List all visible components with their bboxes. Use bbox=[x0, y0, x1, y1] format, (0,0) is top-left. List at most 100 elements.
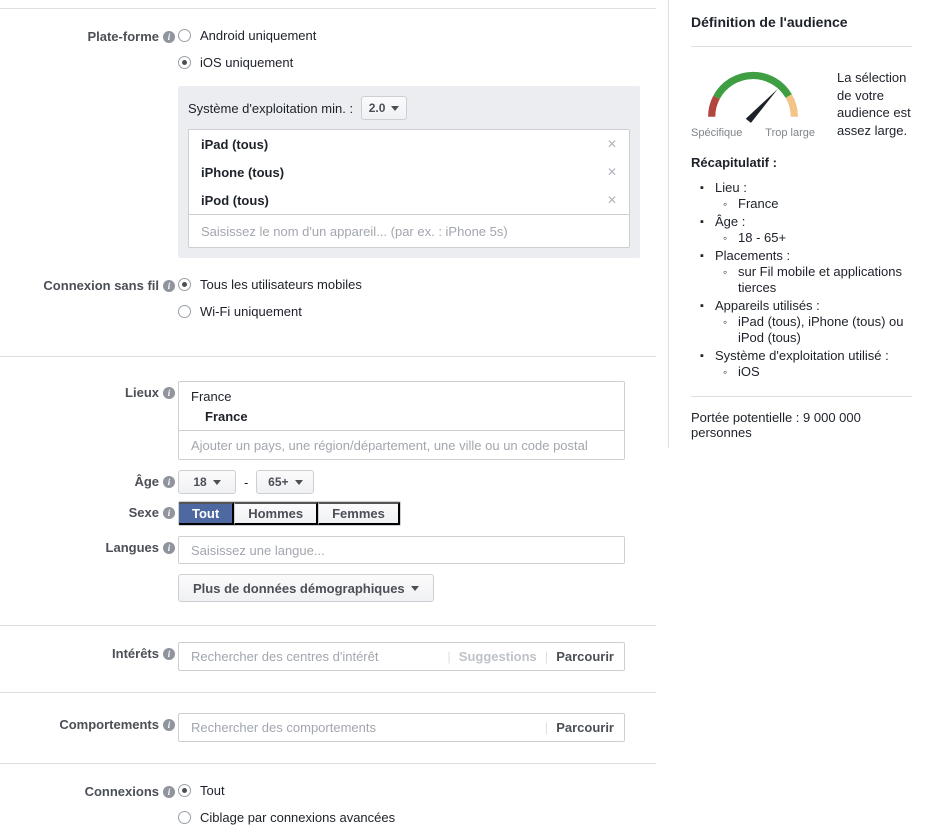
location-search-input[interactable] bbox=[179, 431, 624, 459]
info-icon[interactable] bbox=[163, 31, 175, 43]
info-icon[interactable] bbox=[163, 387, 175, 399]
info-icon[interactable] bbox=[163, 280, 175, 292]
gauge-needle-icon bbox=[746, 89, 778, 123]
radio-connections-all-label: Tout bbox=[200, 783, 225, 798]
empty-label-cell bbox=[0, 574, 178, 577]
remove-device-icon[interactable] bbox=[607, 138, 617, 150]
radio-connections-advanced[interactable]: Ciblage par connexions avancées bbox=[178, 807, 640, 827]
summary-item-value: iOS bbox=[691, 364, 912, 380]
os-min-value: 2.0 bbox=[369, 101, 386, 115]
summary-item-value: France bbox=[691, 196, 912, 212]
location-selected: France bbox=[179, 406, 624, 430]
summary-item-value: iPad (tous), iPhone (tous) ou iPod (tous… bbox=[691, 314, 912, 346]
remove-device-icon[interactable] bbox=[607, 194, 617, 206]
radio-checked-icon bbox=[178, 784, 191, 797]
radio-wifi-only[interactable]: Wi-Fi uniquement bbox=[178, 301, 640, 321]
platform-section: Plate-forme Android uniquement iOS uniqu… bbox=[0, 25, 656, 258]
caret-down-icon bbox=[411, 586, 419, 591]
behaviors-search-input[interactable] bbox=[179, 714, 545, 741]
radio-unchecked-icon bbox=[178, 811, 191, 824]
device-search-input[interactable] bbox=[189, 215, 629, 247]
audience-targeting-page: Plate-forme Android uniquement iOS uniqu… bbox=[0, 0, 933, 828]
language-input[interactable] bbox=[179, 537, 624, 563]
caret-down-icon bbox=[295, 480, 303, 485]
age-min-dropdown[interactable]: 18 bbox=[178, 470, 236, 494]
age-section: Âge 18 - 65+ bbox=[0, 470, 656, 494]
gender-women-button[interactable]: Femmes bbox=[318, 502, 400, 525]
gender-men-button[interactable]: Hommes bbox=[234, 502, 318, 525]
age-max-dropdown[interactable]: 65+ bbox=[256, 470, 314, 494]
audience-status-text: La sélection de votre audience est assez… bbox=[837, 63, 912, 139]
summary-item-label: Appareils utilisés : bbox=[691, 298, 912, 314]
more-demographics-button[interactable]: Plus de données démographiques bbox=[178, 574, 434, 602]
platform-label-cell: Plate-forme bbox=[0, 25, 178, 44]
info-icon[interactable] bbox=[163, 648, 175, 660]
remove-device-icon[interactable] bbox=[607, 166, 617, 178]
radio-checked-icon bbox=[178, 56, 191, 69]
interests-section: Intérêts | Suggestions | Parcourir bbox=[0, 642, 656, 671]
interests-search-input[interactable] bbox=[179, 643, 447, 670]
info-icon[interactable] bbox=[163, 542, 175, 554]
languages-section: Langues bbox=[0, 536, 656, 564]
radio-android-label: Android uniquement bbox=[200, 28, 316, 43]
wireless-label: Connexion sans fil bbox=[43, 278, 159, 293]
summary-item: Lieu : France bbox=[691, 180, 912, 212]
age-max-value: 65+ bbox=[268, 475, 288, 489]
behaviors-label: Comportements bbox=[59, 717, 159, 732]
os-min-label: Système d'exploitation min. : bbox=[188, 101, 353, 116]
radio-ios[interactable]: iOS uniquement bbox=[178, 52, 640, 72]
device-name: iPad (tous) bbox=[201, 137, 268, 152]
age-min-value: 18 bbox=[193, 475, 206, 489]
caret-down-icon bbox=[391, 106, 399, 111]
panel-divider bbox=[691, 396, 912, 397]
languages-label: Langues bbox=[106, 540, 159, 555]
radio-connections-all[interactable]: Tout bbox=[178, 780, 640, 800]
radio-checked-icon bbox=[178, 278, 191, 291]
radio-all-mobile-label: Tous les utilisateurs mobiles bbox=[200, 277, 362, 292]
gender-all-button[interactable]: Tout bbox=[179, 502, 234, 525]
summary-item: Âge : 18 - 65+ bbox=[691, 214, 912, 246]
summary-item: Placements : sur Fil mobile et applicati… bbox=[691, 248, 912, 296]
wireless-label-cell: Connexion sans fil bbox=[0, 274, 178, 293]
radio-ios-label: iOS uniquement bbox=[200, 55, 293, 70]
info-icon[interactable] bbox=[163, 786, 175, 798]
gender-label: Sexe bbox=[129, 505, 159, 520]
summary-item: Système d'exploitation utilisé : iOS bbox=[691, 348, 912, 380]
summary-item-label: Système d'exploitation utilisé : bbox=[691, 348, 912, 364]
audience-gauge-icon bbox=[699, 63, 807, 125]
device-name: iPod (tous) bbox=[201, 193, 269, 208]
interests-label: Intérêts bbox=[112, 646, 159, 661]
age-label-cell: Âge bbox=[0, 470, 178, 489]
separator-bar: | bbox=[545, 720, 548, 735]
more-demographics-row: Plus de données démographiques bbox=[0, 574, 656, 602]
summary-item-label: Lieu : bbox=[691, 180, 912, 196]
more-demographics-label: Plus de données démographiques bbox=[193, 581, 405, 596]
radio-android[interactable]: Android uniquement bbox=[178, 25, 640, 45]
info-icon[interactable] bbox=[163, 719, 175, 731]
ios-options-panel: Système d'exploitation min. : 2.0 iPad (… bbox=[178, 86, 640, 258]
info-icon[interactable] bbox=[163, 507, 175, 519]
radio-connections-advanced-label: Ciblage par connexions avancées bbox=[200, 810, 395, 825]
radio-unchecked-icon bbox=[178, 29, 191, 42]
os-min-dropdown[interactable]: 2.0 bbox=[361, 96, 407, 120]
summary-item-value: 18 - 65+ bbox=[691, 230, 912, 246]
behaviors-label-cell: Comportements bbox=[0, 713, 178, 732]
summary-item-value: sur Fil mobile et applications tierces bbox=[691, 264, 912, 296]
radio-wifi-label: Wi-Fi uniquement bbox=[200, 304, 302, 319]
radio-all-mobile-users[interactable]: Tous les utilisateurs mobiles bbox=[178, 274, 640, 294]
potential-reach-text: Portée potentielle : 9 000 000 personnes bbox=[691, 410, 912, 440]
caret-down-icon bbox=[213, 480, 221, 485]
panel-title: Définition de l'audience bbox=[691, 14, 912, 30]
age-separator: - bbox=[244, 475, 248, 490]
section-divider bbox=[0, 8, 656, 9]
info-icon[interactable] bbox=[163, 476, 175, 488]
browse-link[interactable]: Parcourir bbox=[556, 649, 614, 664]
browse-link[interactable]: Parcourir bbox=[556, 720, 614, 735]
summary-item-label: Âge : bbox=[691, 214, 912, 230]
suggestions-link[interactable]: Suggestions bbox=[459, 649, 537, 664]
panel-divider bbox=[691, 46, 912, 47]
interests-label-cell: Intérêts bbox=[0, 642, 178, 661]
device-list: iPad (tous) iPhone (tous) iPod (tous) bbox=[188, 129, 630, 248]
audience-definition-panel: Définition de l'audience Spécifique Trop… bbox=[668, 0, 933, 448]
section-divider bbox=[0, 625, 656, 626]
